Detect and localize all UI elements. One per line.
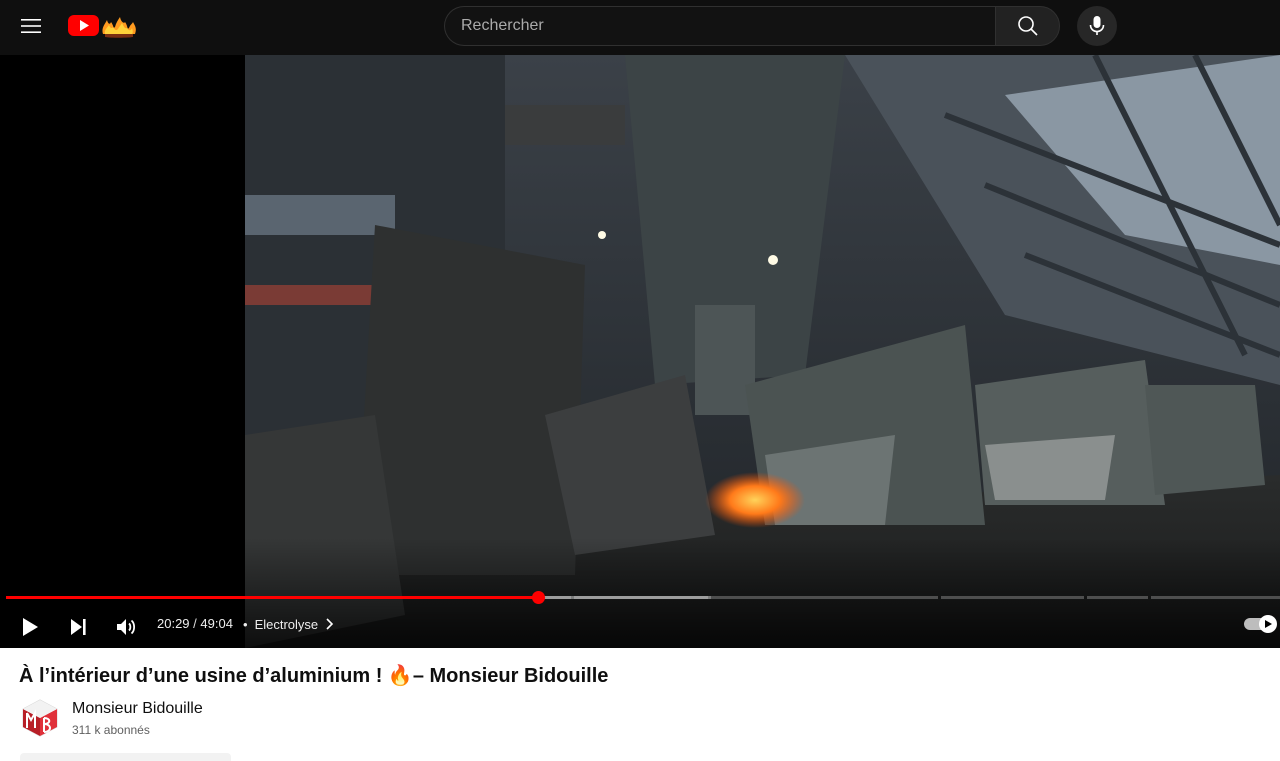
action-bar-partial[interactable]	[20, 753, 231, 761]
chapter-dot: •	[243, 616, 248, 632]
guide-menu-button[interactable]	[11, 6, 51, 46]
video-title: À l’intérieur d’une usine d’aluminium ! …	[19, 665, 609, 687]
chapter-segment	[1151, 596, 1280, 599]
progress-scrubber[interactable]	[532, 591, 546, 604]
subscriber-count: 311 k abonnés	[72, 723, 150, 737]
youtube-logo[interactable]	[67, 10, 147, 42]
play-button[interactable]	[12, 609, 48, 645]
volume-icon	[117, 619, 136, 635]
search-button[interactable]	[995, 6, 1060, 46]
channel-logo-icon	[22, 699, 58, 737]
chapter-segment	[711, 596, 938, 599]
microphone-icon	[1089, 16, 1105, 35]
chapter-button[interactable]: • Electrolyse	[243, 614, 335, 634]
chapter-title: Electrolyse	[254, 616, 319, 632]
voice-search-button[interactable]	[1077, 6, 1117, 46]
time-separator: /	[193, 616, 197, 631]
progress-bar[interactable]	[6, 591, 1280, 604]
chapter-segment	[941, 596, 1084, 599]
progress-played	[6, 596, 539, 599]
time-display: 20:29 / 49:04	[157, 616, 233, 631]
search-icon	[1017, 16, 1038, 36]
player-controls: 20:29 / 49:04 • Electrolyse	[0, 605, 1280, 645]
channel-name[interactable]: Monsieur Bidouille	[72, 700, 203, 718]
hamburger-menu-icon	[21, 19, 41, 33]
play-icon	[23, 618, 38, 636]
mute-button[interactable]	[108, 609, 144, 645]
youtube-flame-logo-icon	[68, 15, 136, 38]
autoplay-toggle-icon	[1244, 615, 1277, 633]
chevron-right-icon	[326, 618, 334, 630]
chapter-segment	[1087, 596, 1148, 599]
video-player[interactable]: 20:29 / 49:04 • Electrolyse	[0, 55, 1280, 648]
next-button[interactable]	[60, 609, 96, 645]
channel-avatar[interactable]	[20, 698, 60, 738]
skip-next-icon	[71, 619, 86, 635]
masthead	[0, 0, 1280, 55]
search-box	[444, 6, 996, 46]
search-input[interactable]	[461, 7, 981, 45]
autoplay-toggle[interactable]	[1244, 614, 1280, 634]
current-time: 20:29	[157, 616, 190, 631]
duration: 49:04	[200, 616, 233, 631]
